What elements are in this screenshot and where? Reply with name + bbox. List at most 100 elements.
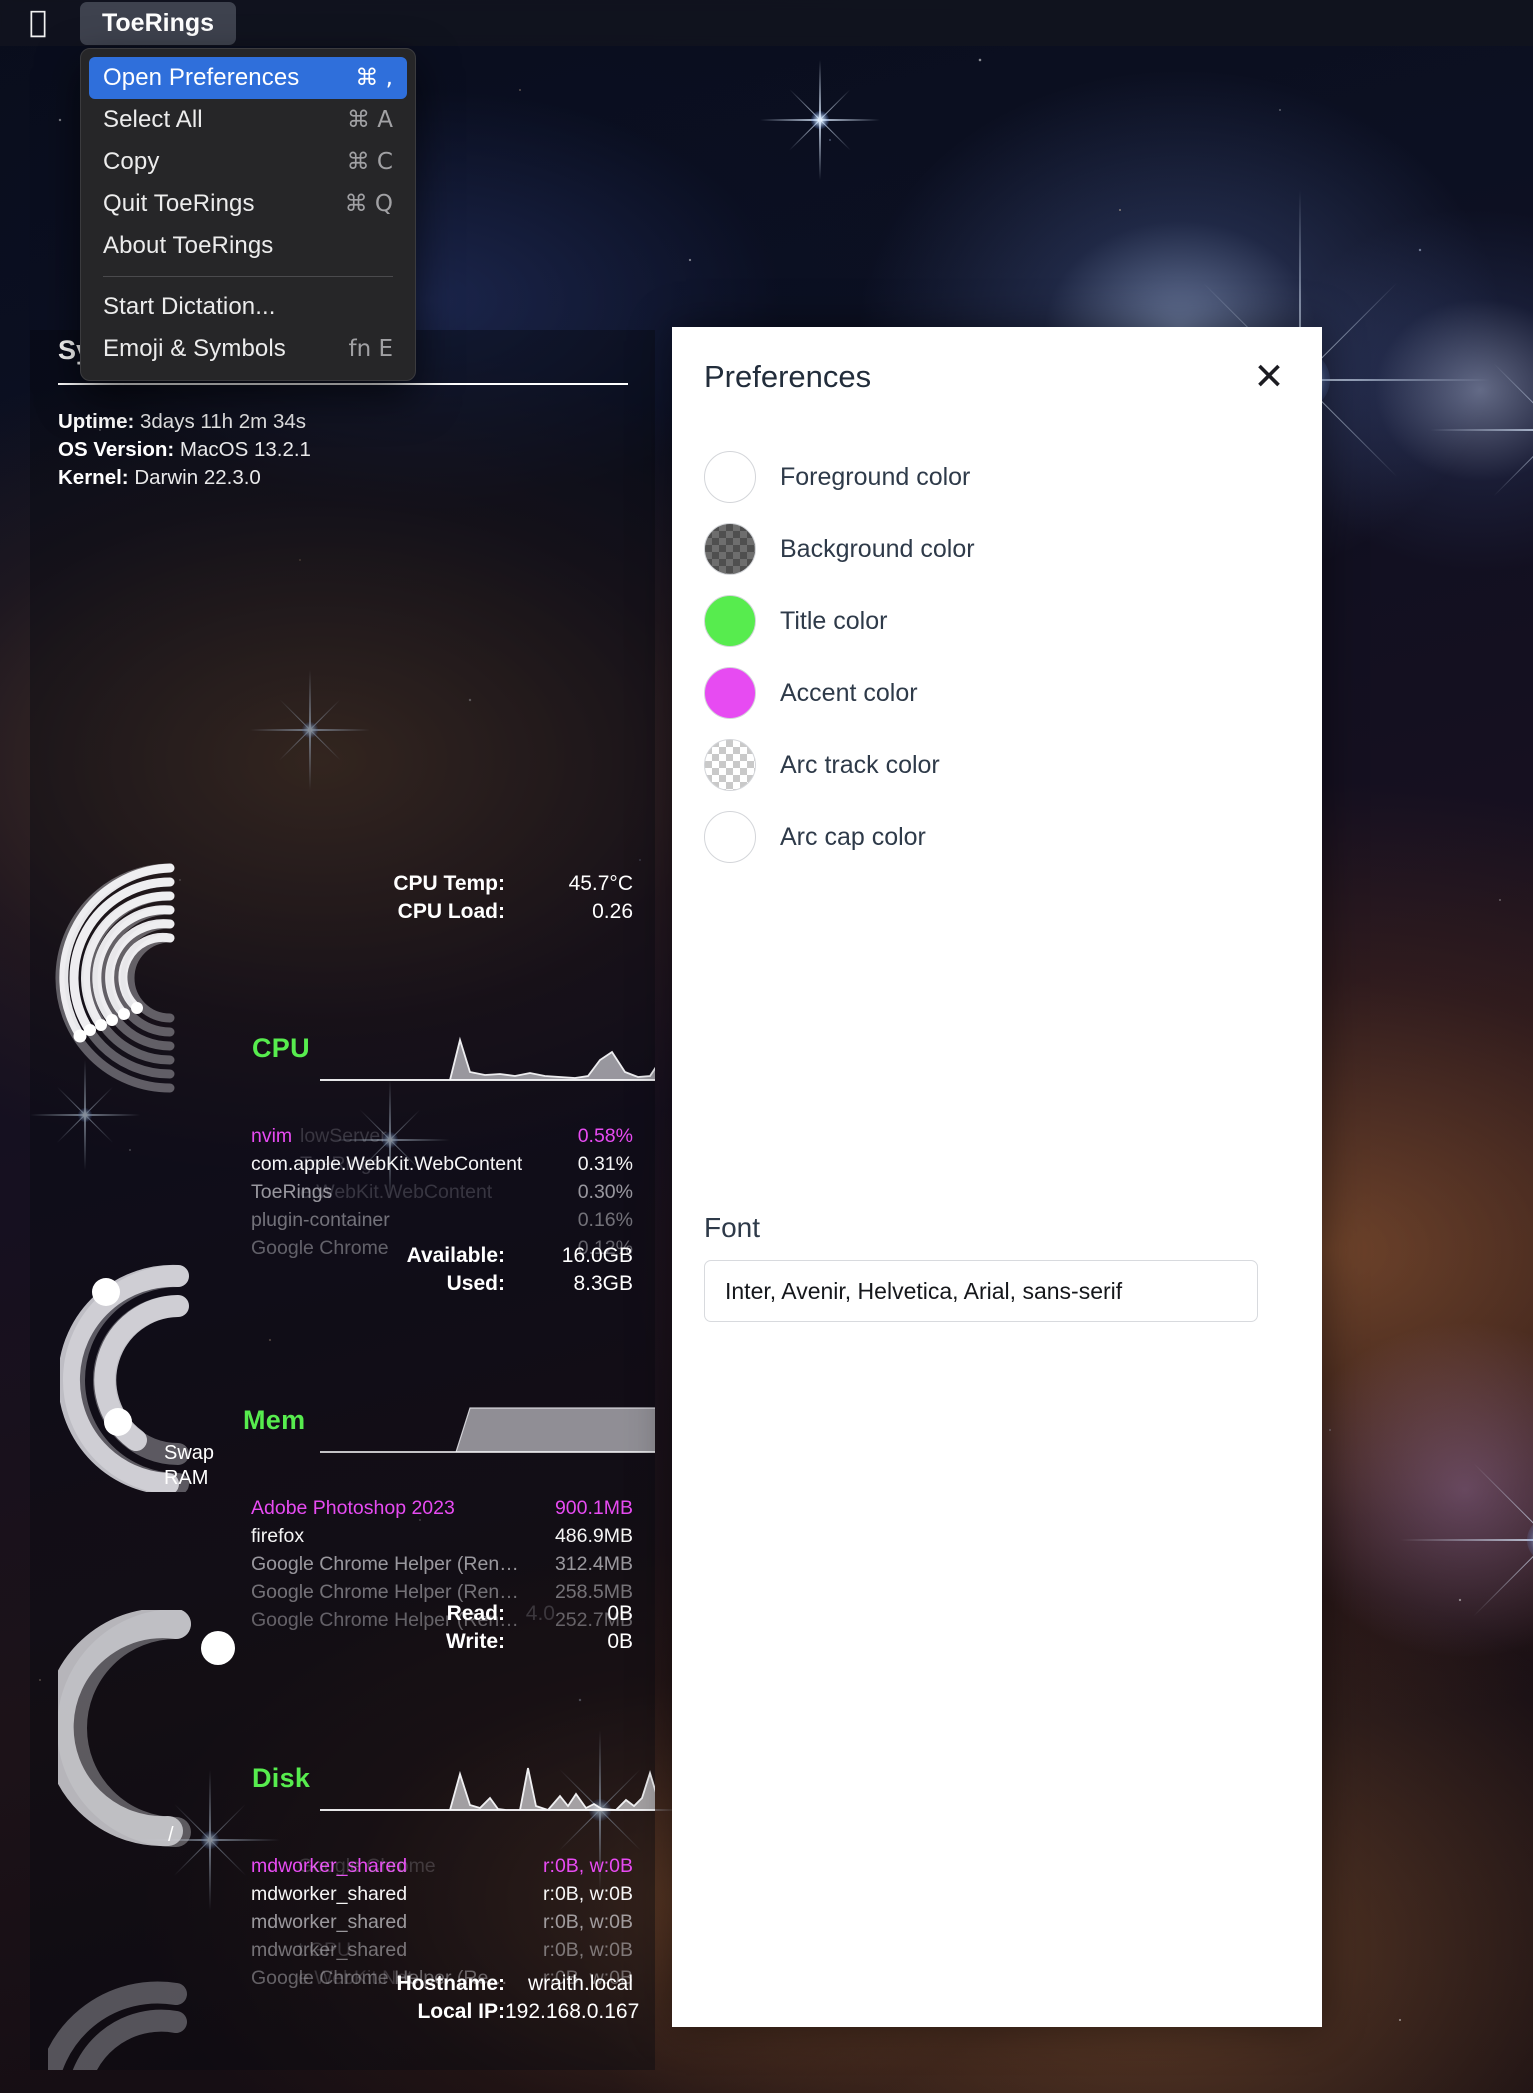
widget-title-rule	[58, 383, 628, 385]
stat-key: CPU Temp:	[393, 872, 505, 895]
stat-value: 0.26	[592, 900, 633, 923]
color-row-accent-color[interactable]: Accent color	[704, 665, 918, 721]
menu-item-label: Emoji & Symbols	[103, 335, 286, 362]
color-swatch[interactable]	[704, 523, 756, 575]
menu-items-group-secondary: Start Dictation... Emoji & Symbols fn E	[81, 286, 415, 370]
process-row: com.apple.WebKit.WebContent 0.31%	[251, 1150, 633, 1178]
color-swatch[interactable]	[704, 739, 756, 791]
menu-item-label: Copy	[103, 148, 160, 175]
process-value: 0.58%	[577, 1125, 633, 1147]
process-name: mdworker_shared	[251, 1855, 408, 1877]
process-name: com.apple.WebKit.WebContent	[251, 1153, 523, 1175]
process-name: mdworker_shared	[251, 1911, 408, 1933]
stat-value: wraith.local	[527, 1972, 633, 1995]
system-info-value: MacOS 13.2.1	[179, 438, 311, 461]
color-row-background-color[interactable]: Background color	[704, 521, 975, 577]
menu-items-group-primary: Open Preferences ⌘ , Select All ⌘ A Copy ⌘ C Q…	[81, 57, 415, 267]
app-menu-title[interactable]: ToeRings	[80, 1, 237, 45]
color-swatch[interactable]	[704, 451, 756, 503]
stat-value: 45.7°C	[568, 872, 633, 895]
menu-item-label: Open Preferences	[103, 64, 300, 91]
stat-key: Local IP:	[417, 2000, 505, 2023]
mem-arc-label-swap: Swap	[164, 1442, 215, 1464]
process-name: Google Chrome Helper (Ren…	[251, 1553, 519, 1575]
stat-row: CPU Load: 0.26	[393, 898, 633, 926]
process-row: Google Chrome Helper (Ren… 312.4MB	[251, 1550, 633, 1578]
disk-stats: Read: 0B Write: 0B	[446, 1600, 633, 1656]
menu-separator	[103, 276, 393, 277]
system-info-row: Uptime: 3days 11h 2m 34s	[58, 408, 311, 436]
font-input[interactable]	[704, 1260, 1258, 1322]
color-swatch[interactable]	[704, 811, 756, 863]
menu-item-select-all[interactable]: Select All ⌘ A	[89, 99, 407, 141]
cpu-process-list: nvim 0.58% com.apple.WebKit.WebContent 0.31…	[251, 1122, 633, 1262]
stat-value: 16.0GB	[561, 1244, 633, 1267]
stat-row: Available: 16.0GB	[407, 1242, 633, 1270]
font-heading: Font	[704, 1212, 761, 1243]
system-info-value: 3days 11h 2m 34s	[140, 410, 307, 433]
font-section: Font	[704, 1212, 1258, 1322]
menu-item-shortcut: ⌘ A	[346, 107, 393, 133]
color-row-arc-cap-color[interactable]: Arc cap color	[704, 809, 926, 865]
net-stats: Hostname: wraith.local Local IP: 192.168.0.…	[396, 1970, 640, 2026]
color-label: Accent color	[780, 678, 918, 707]
stat-key: Used:	[446, 1272, 505, 1295]
stat-key: Write:	[445, 1630, 505, 1653]
menu-item-label: About ToeRings	[103, 232, 274, 259]
mem-sparkline	[320, 1407, 655, 1453]
process-value: r:0B, w:0B	[543, 1939, 633, 1961]
color-label: Arc track color	[780, 750, 940, 779]
macos-menubar:  ToeRings	[0, 0, 1533, 46]
disk-sparkline	[320, 1767, 655, 1812]
process-row: mdworker_shared r:0B, w:0B	[251, 1852, 633, 1880]
process-name: nvim	[251, 1125, 293, 1147]
close-icon[interactable]: ✕	[1246, 353, 1292, 399]
menu-item-about-toerings[interactable]: About ToeRings	[89, 225, 407, 267]
process-value: 312.4MB	[554, 1553, 633, 1575]
stat-key: Hostname:	[396, 1972, 505, 1995]
system-info-key: Kernel:	[58, 466, 135, 489]
mem-ring: Swap RAM	[57, 1262, 310, 1497]
process-name: Adobe Photoshop 2023	[251, 1497, 455, 1519]
system-info-key: OS Version:	[58, 438, 180, 461]
process-name: Google Chrome	[251, 1237, 389, 1259]
stat-row: Write: 0B	[446, 1628, 633, 1656]
cpu-stats: CPU Temp: 45.7°C CPU Load: 0.26	[393, 870, 633, 926]
process-row: mdworker_shared r:0B, w:0B	[251, 1936, 633, 1964]
process-value: 0.30%	[577, 1181, 633, 1203]
color-row-foreground-color[interactable]: Foreground color	[704, 449, 970, 505]
disk-ring: /	[43, 1608, 545, 2070]
menu-item-copy[interactable]: Copy ⌘ C	[89, 141, 407, 183]
menu-item-shortcut: ⌘ ,	[355, 65, 393, 91]
color-label: Foreground color	[780, 462, 971, 491]
app-dropdown-menu: Open Preferences ⌘ , Select All ⌘ A Copy ⌘ C Q…	[80, 48, 416, 381]
menu-item-quit-toerings[interactable]: Quit ToeRings ⌘ Q	[89, 183, 407, 225]
net-ring: Up Down	[39, 1980, 308, 2070]
net-ring-svg	[39, 1981, 187, 2070]
process-value: 486.9MB	[554, 1525, 633, 1547]
color-row-arc-track-color[interactable]: Arc track color	[704, 737, 940, 793]
disk-title: Disk	[252, 1763, 311, 1793]
menu-item-open-preferences[interactable]: Open Preferences ⌘ ,	[89, 57, 407, 99]
process-row: plugin-container 0.16%	[251, 1206, 633, 1234]
cpu-ring	[52, 860, 312, 1105]
disk-arc-label: /	[168, 1824, 174, 1846]
apple-logo-icon[interactable]: 	[16, 8, 60, 38]
color-row-title-color[interactable]: Title color	[704, 593, 887, 649]
process-row: mdworker_shared r:0B, w:0B	[251, 1908, 633, 1936]
system-info-key: Uptime:	[58, 410, 140, 433]
menu-item-start-dictation[interactable]: Start Dictation...	[89, 286, 407, 328]
process-value: r:0B, w:0B	[543, 1911, 633, 1933]
stat-key: Available:	[406, 1244, 505, 1267]
mem-arc-label-ram: RAM	[164, 1467, 209, 1489]
disk-ring-svg	[43, 1608, 545, 2070]
color-swatch[interactable]	[704, 667, 756, 719]
preferences-panel: Preferences ✕ Foreground color Background…	[672, 327, 1322, 2027]
menu-item-emoji-symbols[interactable]: Emoji & Symbols fn E	[89, 328, 407, 370]
menu-item-label: Select All	[103, 106, 203, 133]
menu-item-label: Quit ToeRings	[103, 190, 255, 217]
stat-key: CPU Load:	[397, 900, 505, 923]
color-label: Arc cap color	[780, 822, 926, 851]
color-swatch[interactable]	[704, 595, 756, 647]
stat-value: 192.168.0.167	[505, 2000, 640, 2023]
